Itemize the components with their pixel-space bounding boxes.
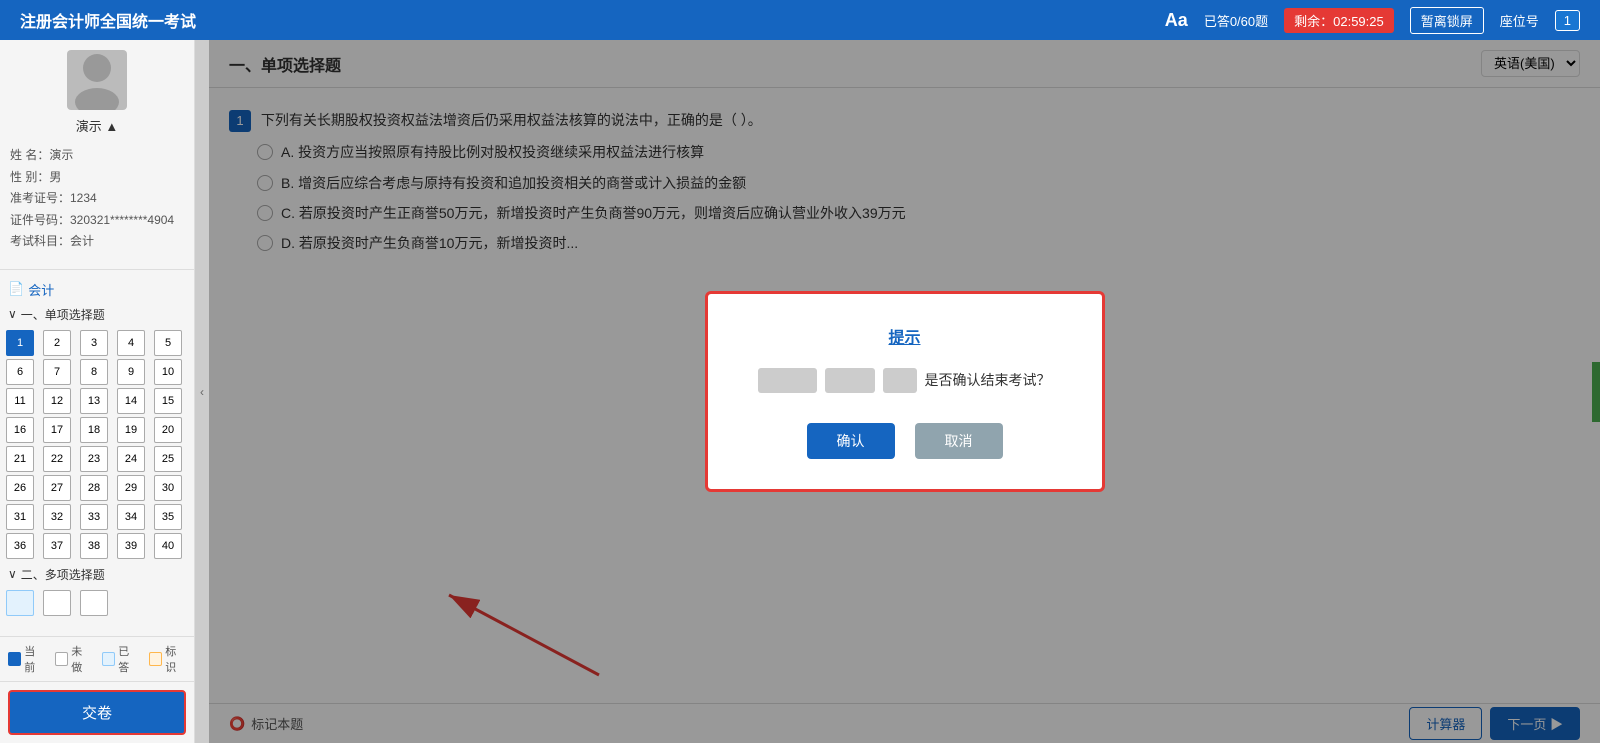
dialog-cancel-button[interactable]: 取消: [915, 423, 1003, 459]
legend-answered: 已答: [102, 643, 139, 675]
legend-flagged: 标识: [149, 643, 186, 675]
section2-nav: ∨ 二、多项选择题: [6, 563, 188, 586]
question-btn-35[interactable]: 35: [154, 504, 182, 530]
submit-area: 交卷: [0, 681, 194, 743]
subject-nav-item: 📄 会计: [6, 276, 188, 303]
answered-count: 已答0/60题: [1204, 11, 1268, 30]
question-btn-3[interactable]: 3: [80, 330, 108, 356]
student-info-panel: 演示 ▲ 姓 名：演示 性 别：男 准考证号：1234 证件号码：320321*…: [0, 40, 194, 270]
app-title: 注册会计师全国统一考试: [20, 8, 196, 32]
question-btn-2[interactable]: 2: [43, 330, 71, 356]
legend-panel: 当前 未做 已答 标识: [0, 636, 194, 681]
legend-unanswered: 未做: [55, 643, 92, 675]
question-btn-37[interactable]: 37: [43, 533, 71, 559]
question-btn-1[interactable]: 1: [6, 330, 34, 356]
question-btn-27[interactable]: 27: [43, 475, 71, 501]
question-btn-36[interactable]: 36: [6, 533, 34, 559]
question-btn-11[interactable]: 11: [6, 388, 34, 414]
question-btn-23[interactable]: 23: [80, 446, 108, 472]
question-btn-18[interactable]: 18: [80, 417, 108, 443]
question-btn-29[interactable]: 29: [117, 475, 145, 501]
question-btn-16[interactable]: 16: [6, 417, 34, 443]
question-btn-22[interactable]: 22: [43, 446, 71, 472]
question-btn-19[interactable]: 19: [117, 417, 145, 443]
chevron-down-icon: ∨: [8, 307, 17, 321]
blurred-text-2: ■■■■■: [825, 368, 875, 393]
question-btn-33[interactable]: 33: [80, 504, 108, 530]
chevron-down-icon2: ∨: [8, 567, 17, 581]
question-btn-40[interactable]: 40: [154, 533, 182, 559]
dialog-confirm-button[interactable]: 确认: [807, 423, 895, 459]
question-btn-38[interactable]: 38: [80, 533, 108, 559]
seat-number: 1: [1555, 10, 1580, 31]
file-icon: 📄: [8, 281, 24, 297]
question-btn-7[interactable]: 7: [43, 359, 71, 385]
legend-flagged-box: [149, 652, 162, 666]
question-btn-25[interactable]: 25: [154, 446, 182, 472]
confirm-dialog: 提示 ■■■■■■ ■■■■■ ■■■ 是否确认结束考试？ 确认 取消: [705, 291, 1105, 492]
main-layout: 演示 ▲ 姓 名：演示 性 别：男 准考证号：1234 证件号码：320321*…: [0, 40, 1600, 743]
header-controls: Aa 已答0/60题 剩余：02:59:25 暂离锁屏 座位号 1: [1165, 7, 1580, 34]
question-btn-8[interactable]: 8: [80, 359, 108, 385]
student-name-display: 演示 ▲: [10, 116, 184, 135]
lock-screen-button[interactable]: 暂离锁屏: [1410, 7, 1484, 34]
dialog-actions: 确认 取消: [748, 423, 1062, 459]
question-grid-section1: 1 2 3 4 5 6 7 8 9 10 11 12 13 14 15 16 1…: [6, 330, 188, 559]
q2-btn-2[interactable]: [43, 590, 71, 616]
q2-btn-3[interactable]: [80, 590, 108, 616]
question-btn-30[interactable]: 30: [154, 475, 182, 501]
question-btn-6[interactable]: 6: [6, 359, 34, 385]
question-btn-21[interactable]: 21: [6, 446, 34, 472]
legend-unanswered-box: [55, 652, 68, 666]
content-area: 一、单项选择题 英语(美国) 1 下列有关长期股权投资权益法增资后仍采用权益法核…: [209, 40, 1600, 743]
question-btn-9[interactable]: 9: [117, 359, 145, 385]
question-btn-4[interactable]: 4: [117, 330, 145, 356]
question-btn-14[interactable]: 14: [117, 388, 145, 414]
question-btn-24[interactable]: 24: [117, 446, 145, 472]
legend-current-box: [8, 652, 21, 666]
question-grid-section2: [6, 590, 188, 616]
seat-label: 座位号: [1500, 11, 1539, 30]
question-btn-13[interactable]: 13: [80, 388, 108, 414]
dialog-confirm-text: 是否确认结束考试？: [925, 372, 1051, 388]
dialog-content: ■■■■■■ ■■■■■ ■■■ 是否确认结束考试？: [748, 368, 1062, 393]
blurred-text-3: ■■■: [883, 368, 916, 393]
question-btn-26[interactable]: 26: [6, 475, 34, 501]
question-btn-5[interactable]: 5: [154, 330, 182, 356]
question-btn-34[interactable]: 34: [117, 504, 145, 530]
header: 注册会计师全国统一考试 Aa 已答0/60题 剩余：02:59:25 暂离锁屏 …: [0, 0, 1600, 40]
question-btn-17[interactable]: 17: [43, 417, 71, 443]
question-btn-12[interactable]: 12: [43, 388, 71, 414]
legend-current: 当前: [8, 643, 45, 675]
question-btn-10[interactable]: 10: [154, 359, 182, 385]
question-btn-28[interactable]: 28: [80, 475, 108, 501]
student-details: 姓 名：演示 性 别：男 准考证号：1234 证件号码：320321******…: [10, 139, 184, 259]
question-navigation: 📄 会计 ∨ 一、单项选择题 1 2 3 4 5 6 7 8 9 10 11 1…: [0, 270, 194, 636]
question-btn-15[interactable]: 15: [154, 388, 182, 414]
dialog-title: 提示: [748, 324, 1062, 348]
font-size-icon[interactable]: Aa: [1165, 10, 1188, 31]
q2-btn-1[interactable]: [6, 590, 34, 616]
collapse-icon: ‹: [200, 385, 204, 399]
question-btn-20[interactable]: 20: [154, 417, 182, 443]
avatar: [67, 50, 127, 110]
modal-overlay: 提示 ■■■■■■ ■■■■■ ■■■ 是否确认结束考试？ 确认 取消: [209, 40, 1600, 743]
blurred-text-1: ■■■■■■: [758, 368, 817, 393]
timer-display: 剩余：02:59:25: [1284, 8, 1394, 33]
legend-answered-box: [102, 652, 115, 666]
question-btn-32[interactable]: 32: [43, 504, 71, 530]
sidebar-collapse-tab[interactable]: ‹: [195, 40, 209, 743]
question-btn-31[interactable]: 31: [6, 504, 34, 530]
sidebar: 演示 ▲ 姓 名：演示 性 别：男 准考证号：1234 证件号码：320321*…: [0, 40, 195, 743]
section1-nav: ∨ 一、单项选择题: [6, 303, 188, 326]
question-btn-39[interactable]: 39: [117, 533, 145, 559]
submit-button[interactable]: 交卷: [8, 690, 186, 735]
